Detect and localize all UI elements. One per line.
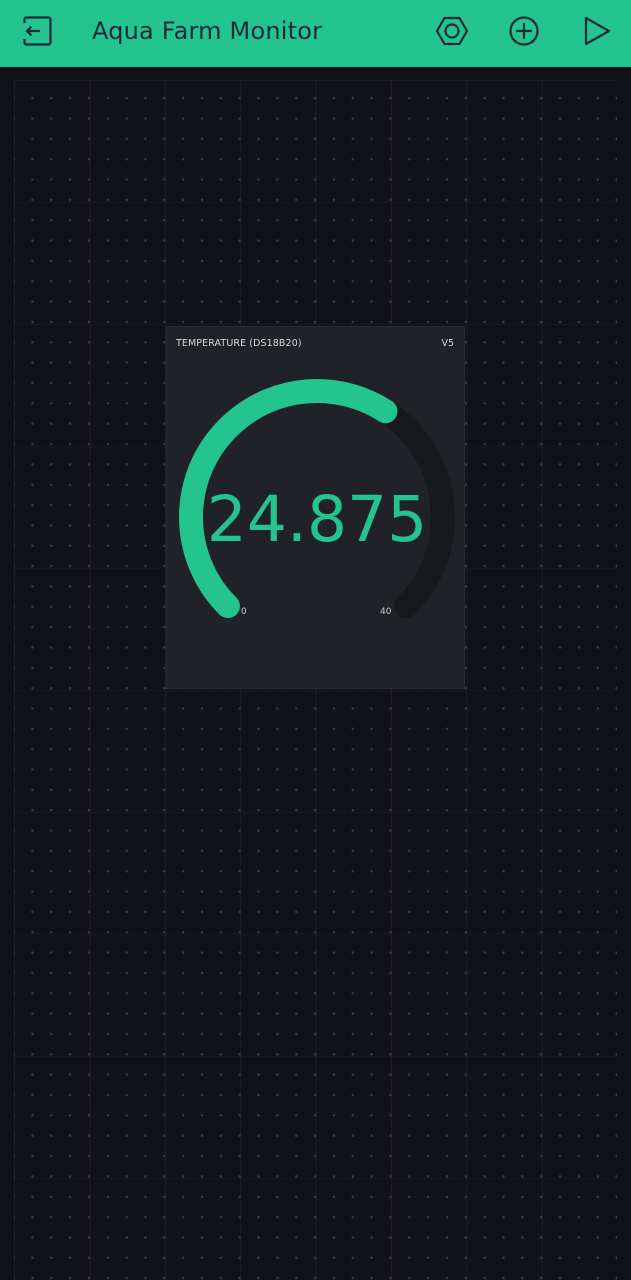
- gauge-svg: 24.875 0 40: [179, 379, 455, 619]
- gauge-value: 24.875: [207, 483, 427, 556]
- app-root: Aqua Farm Monitor TEMPERATURE (DS18B20) …: [0, 0, 631, 1280]
- add-circle-icon[interactable]: [504, 11, 544, 51]
- temperature-gauge-widget[interactable]: TEMPERATURE (DS18B20) V5 24.875 0 40: [166, 326, 465, 689]
- top-app-bar: Aqua Farm Monitor: [0, 0, 631, 67]
- gauge-min-label: 0: [241, 607, 247, 617]
- settings-hexagon-icon[interactable]: [432, 11, 472, 51]
- app-title: Aqua Farm Monitor: [92, 17, 323, 45]
- play-icon[interactable]: [576, 11, 616, 51]
- exit-icon[interactable]: [16, 11, 56, 51]
- gauge-max-label: 40: [380, 607, 392, 617]
